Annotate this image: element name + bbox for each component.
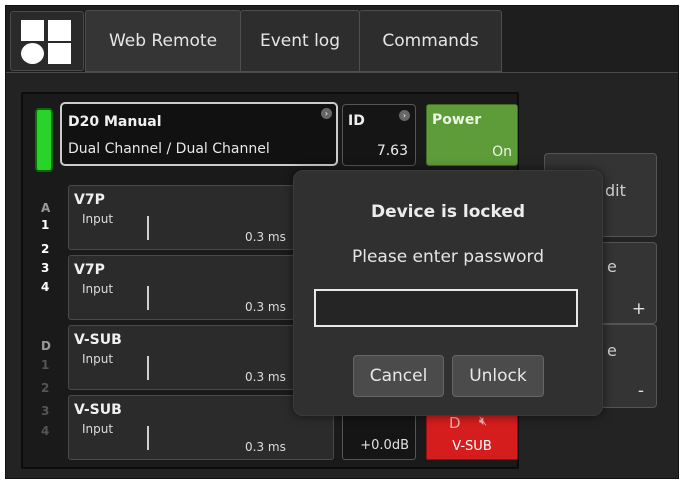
channel-delay: 0.3 ms xyxy=(245,300,286,314)
side-label-a2: 2 xyxy=(41,242,50,256)
channel-delay: 0.3 ms xyxy=(245,440,286,454)
speaker-muted-icon: 🔇︎ xyxy=(479,414,488,429)
edit-label: dit xyxy=(605,181,626,200)
side-label-d3: 3 xyxy=(41,404,50,418)
unlock-button[interactable]: Unlock xyxy=(452,355,544,397)
device-status-indicator xyxy=(35,108,53,172)
level-marker xyxy=(147,426,149,450)
channel-input-label: Input xyxy=(82,212,114,226)
top-navigation: Web Remote Event log Commands xyxy=(6,6,678,73)
gain-value: +0.0dB xyxy=(360,438,409,453)
tab-event-log[interactable]: Event log xyxy=(240,10,360,72)
mute-label: V-SUB xyxy=(452,439,492,454)
dialog-title: Device is locked xyxy=(370,202,526,222)
power-button[interactable]: Power On xyxy=(426,104,518,166)
id-value: 7.63 xyxy=(376,143,408,159)
side-label-a1: 1 xyxy=(41,218,50,232)
chevron-right-icon: › xyxy=(321,108,332,119)
device-header[interactable]: D20 Manual › Dual Channel / Dual Channel xyxy=(60,102,338,166)
device-mode: Dual Channel / Dual Channel xyxy=(68,141,270,157)
logo-square-bottom-right xyxy=(48,43,71,64)
app-window: Web Remote Event log Commands D20 Manual… xyxy=(5,5,679,479)
side-label-d4: 4 xyxy=(41,424,50,438)
plus-icon: + xyxy=(631,299,646,319)
side-label-a3: 3 xyxy=(41,261,50,275)
tab-commands[interactable]: Commands xyxy=(359,10,502,72)
id-field[interactable]: ID › 7.63 xyxy=(342,104,416,166)
channel-delay: 0.3 ms xyxy=(245,370,286,384)
chevron-right-icon: › xyxy=(399,110,410,121)
device-name: D20 Manual xyxy=(68,114,162,130)
minus-icon: - xyxy=(637,381,644,401)
side-label-d: D xyxy=(41,339,51,353)
mute-button[interactable]: D 🔇︎ V-SUB xyxy=(426,411,518,460)
level-marker xyxy=(147,286,149,310)
side-label-a4: 4 xyxy=(41,280,50,294)
power-label: Power xyxy=(432,112,482,128)
app-logo[interactable] xyxy=(10,11,84,71)
channel-input-label: Input xyxy=(82,422,114,436)
channel-input-label: Input xyxy=(82,352,114,366)
side-label-d2: 2 xyxy=(41,381,50,395)
increment-label: e xyxy=(607,257,617,276)
mute-letter: D xyxy=(449,414,461,432)
power-value: On xyxy=(492,144,512,160)
gain-field[interactable]: +0.0dB xyxy=(342,411,416,460)
tab-web-remote[interactable]: Web Remote xyxy=(85,10,241,72)
dialog-message: Please enter password xyxy=(351,247,545,267)
channel-name: V-SUB xyxy=(74,402,122,418)
channel-name: V-SUB xyxy=(74,332,122,348)
channel-input-label: Input xyxy=(82,282,114,296)
logo-square-top-right xyxy=(48,20,71,41)
logo-circle xyxy=(21,43,44,64)
side-label-a: A xyxy=(41,201,51,215)
logo-square-top-left xyxy=(21,20,44,41)
decrement-label: e xyxy=(607,341,617,360)
channel-delay: 0.3 ms xyxy=(245,230,286,244)
channel-name: V7P xyxy=(74,262,105,278)
level-marker xyxy=(147,356,149,380)
channel-name: V7P xyxy=(74,192,105,208)
id-label: ID xyxy=(348,113,365,129)
cancel-button[interactable]: Cancel xyxy=(353,355,444,397)
level-marker xyxy=(147,216,149,240)
password-input[interactable] xyxy=(314,289,578,327)
password-dialog: Device is locked Please enter password C… xyxy=(293,170,603,416)
side-label-d1: 1 xyxy=(41,358,50,372)
